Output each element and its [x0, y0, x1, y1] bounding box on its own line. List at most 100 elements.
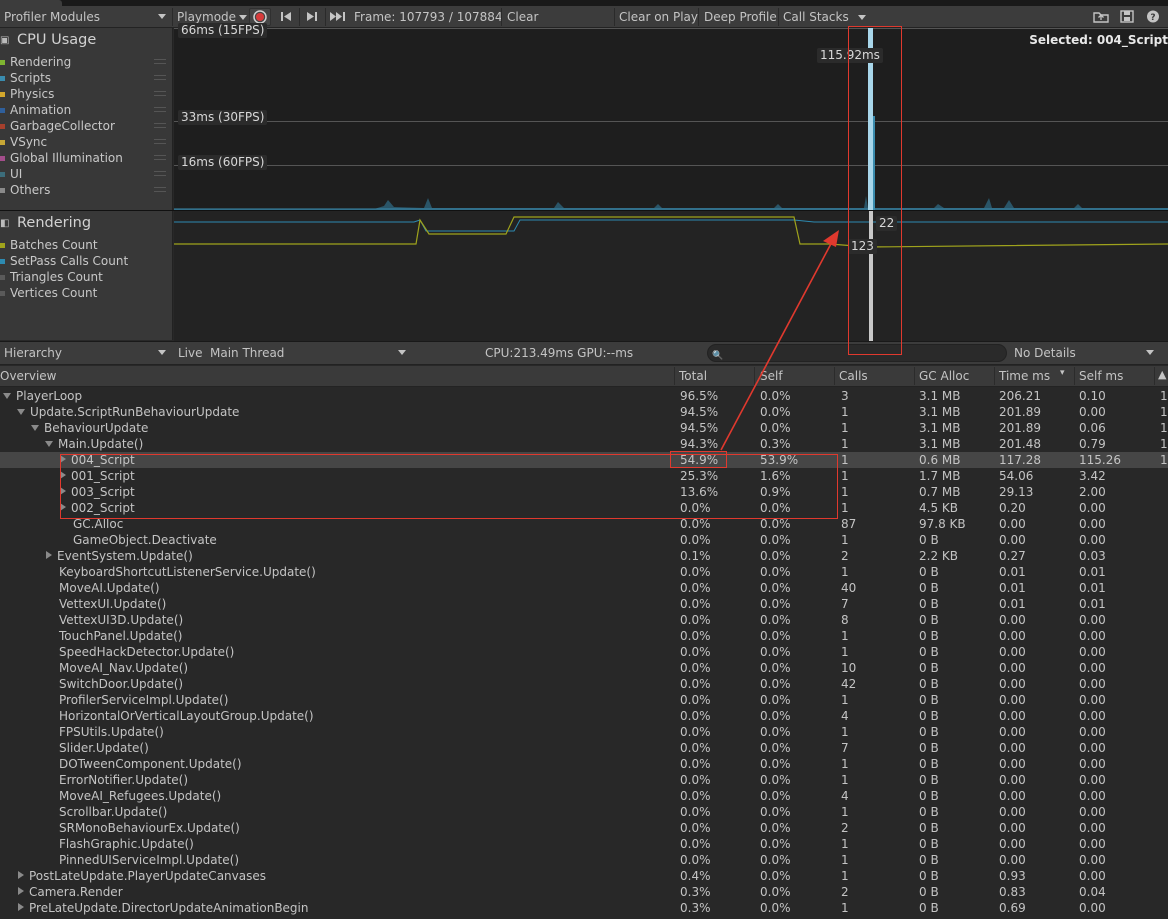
drag-handle-icon[interactable] [154, 123, 166, 128]
call-stacks-toggle[interactable]: Call Stacks [779, 8, 853, 26]
table-row[interactable]: EventSystem.Update() 0.1% 0.0% 2 2.2 KB 0.27 0… [0, 548, 1168, 564]
cpu-legend-item[interactable]: Physics [0, 86, 166, 102]
live-toggle[interactable]: Live [174, 344, 207, 362]
cpu-legend-item[interactable]: Global Illumination [0, 150, 166, 166]
rendering-module-title[interactable]: ◧ Rendering [0, 215, 91, 231]
drag-handle-icon[interactable] [154, 59, 166, 64]
clear-on-play-toggle[interactable]: Clear on Play [615, 8, 702, 26]
expand-closed-icon[interactable] [18, 887, 24, 895]
help-button[interactable]: ? [1142, 8, 1164, 26]
table-row[interactable]: 001_Script 25.3% 1.6% 1 1.7 MB 54.06 3.42 [0, 468, 1168, 484]
table-row[interactable]: TouchPanel.Update() 0.0% 0.0% 1 0 B 0.00 0.00 [0, 628, 1168, 644]
expand-closed-icon[interactable] [60, 471, 66, 479]
thread-dropdown[interactable]: Main Thread [206, 344, 412, 362]
table-row[interactable]: FPSUtils.Update() 0.0% 0.0% 1 0 B 0.00 0.00 [0, 724, 1168, 740]
row-name-cell: MoveAI.Update() [45, 580, 160, 596]
rendering-legend-item[interactable]: Triangles Count [0, 269, 103, 285]
column-overview[interactable]: Overview [0, 369, 57, 383]
table-row[interactable]: MoveAI_Nav.Update() 0.0% 0.0% 10 0 B 0.00 0.00 [0, 660, 1168, 676]
rendering-legend-item[interactable]: SetPass Calls Count [0, 253, 128, 269]
drag-handle-icon[interactable] [154, 75, 166, 80]
table-row[interactable]: VettexUI.Update() 0.0% 0.0% 7 0 B 0.01 0.01 [0, 596, 1168, 612]
table-row[interactable]: Slider.Update() 0.0% 0.0% 7 0 B 0.00 0.00 [0, 740, 1168, 756]
drag-handle-icon[interactable] [154, 187, 166, 192]
details-dropdown[interactable]: No Details [1010, 344, 1160, 362]
table-row[interactable]: ProfilerServiceImpl.Update() 0.0% 0.0% 1 0 B… [0, 692, 1168, 708]
load-button[interactable] [1090, 8, 1112, 26]
expand-closed-icon[interactable] [46, 551, 52, 559]
rendering-legend-item[interactable]: Batches Count [0, 237, 98, 253]
table-row[interactable]: MoveAI_Refugees.Update() 0.0% 0.0% 4 0 B 0.00… [0, 788, 1168, 804]
table-row[interactable]: FlashGraphic.Update() 0.0% 0.0% 1 0 B 0.00 0.0… [0, 836, 1168, 852]
table-row[interactable]: 003_Script 13.6% 0.9% 1 0.7 MB 29.13 2.00 [0, 484, 1168, 500]
search-field[interactable]: 🔍 [707, 344, 1007, 362]
table-row[interactable]: DOTweenComponent.Update() 0.0% 0.0% 1 0 B 0.0… [0, 756, 1168, 772]
expand-open-icon[interactable] [3, 393, 11, 399]
expand-open-icon[interactable] [31, 425, 39, 431]
table-row[interactable]: 002_Script 0.0% 0.0% 1 4.5 KB 0.20 0.00 [0, 500, 1168, 516]
current-frame-button[interactable] [327, 8, 349, 26]
table-row[interactable]: Main.Update() 94.3% 0.3% 1 3.1 MB 201.48 0.79 1 [0, 436, 1168, 452]
expand-closed-icon[interactable] [60, 503, 66, 511]
drag-handle-icon[interactable] [154, 91, 166, 96]
next-frame-button[interactable] [302, 8, 322, 26]
row-total-cell: 0.0% [680, 677, 711, 691]
table-row[interactable]: SwitchDoor.Update() 0.0% 0.0% 42 0 B 0.00 0.00 [0, 676, 1168, 692]
cpu-legend-item[interactable]: Others [0, 182, 166, 198]
cpu-legend-item[interactable]: UI [0, 166, 166, 182]
table-row[interactable]: KeyboardShortcutListenerService.Update()… [0, 564, 1168, 580]
drag-handle-icon[interactable] [154, 107, 166, 112]
expand-closed-icon[interactable] [60, 455, 66, 463]
search-input[interactable] [726, 346, 996, 360]
column-gc-alloc[interactable]: GC Alloc [919, 369, 969, 383]
expand-closed-icon[interactable] [18, 871, 24, 879]
cpu-legend-item[interactable]: Animation [0, 102, 166, 118]
column-calls[interactable]: Calls [839, 369, 868, 383]
table-row[interactable]: GameObject.Deactivate 0.0% 0.0% 1 0 B 0.00 0.0… [0, 532, 1168, 548]
table-row[interactable]: HorizontalOrVerticalLayoutGroup.Update()… [0, 708, 1168, 724]
table-row[interactable]: VettexUI3D.Update() 0.0% 0.0% 8 0 B 0.00 0.00 [0, 612, 1168, 628]
cpu-legend-item[interactable]: VSync [0, 134, 166, 150]
table-row[interactable]: PinnedUIServiceImpl.Update() 0.0% 0.0% 1 0 B… [0, 852, 1168, 868]
table-row[interactable]: PostLateUpdate.PlayerUpdateCanvases 0.4% 0… [0, 868, 1168, 884]
save-button[interactable] [1116, 8, 1138, 26]
drag-handle-icon[interactable] [154, 155, 166, 160]
expand-closed-icon[interactable] [18, 903, 24, 911]
rendering-graph[interactable]: 22 123 [174, 211, 1168, 341]
table-row[interactable]: SRMonoBehaviourEx.Update() 0.0% 0.0% 2 0 B 0.… [0, 820, 1168, 836]
table-row[interactable]: GC.Alloc 0.0% 0.0% 87 97.8 KB 0.00 0.00 [0, 516, 1168, 532]
table-row[interactable]: 004_Script 54.9% 53.9% 1 0.6 MB 117.28 115.26 1 [0, 452, 1168, 468]
call-stacks-dropdown[interactable] [851, 8, 869, 26]
table-row[interactable]: Camera.Render 0.3% 0.0% 2 0 B 0.83 0.04 [0, 884, 1168, 900]
table-row[interactable]: SpeedHackDetector.Update() 0.0% 0.0% 1 0 B 0.… [0, 644, 1168, 660]
row-time-cell: 0.00 [999, 757, 1026, 771]
drag-handle-icon[interactable] [154, 139, 166, 144]
cpu-module-title[interactable]: ▣ CPU Usage [0, 32, 96, 48]
first-frame-button[interactable] [276, 8, 296, 26]
expand-closed-icon[interactable] [60, 487, 66, 495]
expand-open-icon[interactable] [17, 409, 25, 415]
cpu-legend-item[interactable]: Rendering [0, 54, 166, 70]
rendering-legend-item[interactable]: Vertices Count [0, 285, 97, 301]
profiler-modules-dropdown[interactable]: Profiler Modules [0, 8, 172, 26]
column-self-ms[interactable]: Self ms [1079, 369, 1123, 383]
drag-handle-icon[interactable] [154, 171, 166, 176]
column-total[interactable]: Total [679, 369, 707, 383]
cpu-usage-graph[interactable]: 66ms (15FPS) 33ms (30FPS) 16ms (60FPS) 1… [174, 23, 1168, 210]
column-self[interactable]: Self [760, 369, 783, 383]
table-row[interactable]: PlayerLoop 96.5% 0.0% 3 3.1 MB 206.21 0.10 1 [0, 388, 1168, 404]
clear-button[interactable]: Clear [503, 8, 542, 26]
cpu-legend-item[interactable]: GarbageCollector [0, 118, 166, 134]
table-row[interactable]: Scrollbar.Update() 0.0% 0.0% 1 0 B 0.00 0.00 [0, 804, 1168, 820]
cpu-legend-item[interactable]: Scripts [0, 70, 166, 86]
deep-profile-toggle[interactable]: Deep Profile [700, 8, 781, 26]
expand-open-icon[interactable] [45, 441, 53, 447]
table-row[interactable]: PreLateUpdate.DirectorUpdateAnimationBeg… [0, 900, 1168, 916]
table-row[interactable]: MoveAI.Update() 0.0% 0.0% 40 0 B 0.01 0.01 [0, 580, 1168, 596]
view-dropdown[interactable]: Hierarchy [0, 344, 172, 362]
column-time-ms[interactable]: Time ms [999, 369, 1050, 383]
table-row[interactable]: ErrorNotifier.Update() 0.0% 0.0% 1 0 B 0.00 0.… [0, 772, 1168, 788]
table-row[interactable]: BehaviourUpdate 94.5% 0.0% 1 3.1 MB 201.89 0.0… [0, 420, 1168, 436]
row-selfms-cell: 0.01 [1079, 565, 1106, 579]
table-row[interactable]: Update.ScriptRunBehaviourUpdate 94.5% 0.0%… [0, 404, 1168, 420]
